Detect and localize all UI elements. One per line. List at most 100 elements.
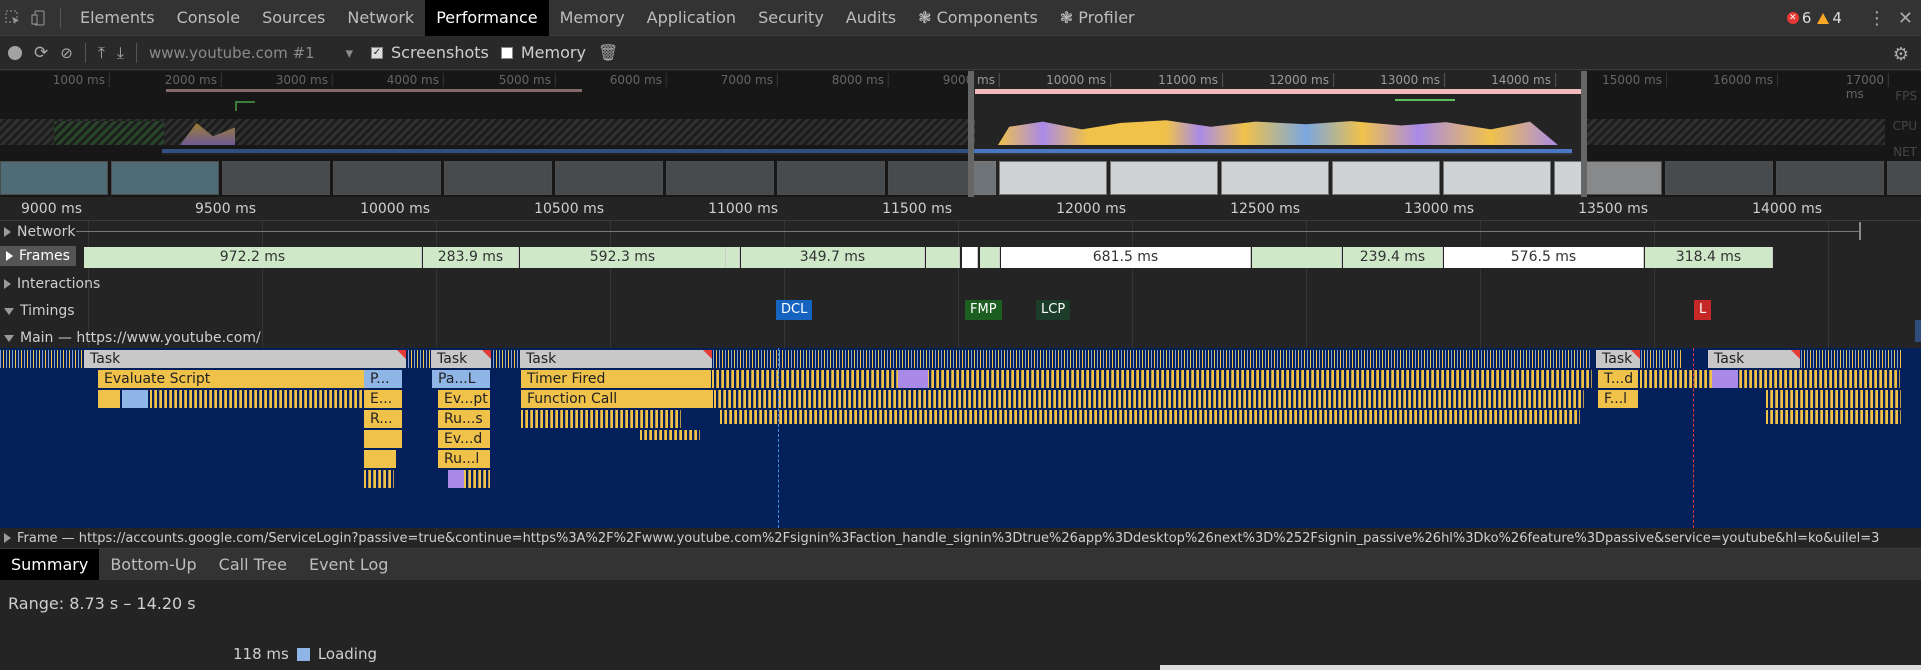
screenshot-thumbnail[interactable] xyxy=(999,161,1107,195)
task-bar[interactable]: Task xyxy=(431,350,491,368)
screenshot-thumbnail[interactable] xyxy=(1332,161,1440,195)
timeline-overview[interactable]: 1000 ms 2000 ms 3000 ms 4000 ms 5000 ms 6000 … xyxy=(0,71,1921,197)
frame-block[interactable]: 576.5 ms xyxy=(1444,247,1644,268)
warning-count[interactable]: 4 xyxy=(1817,9,1842,27)
tab-bottom-up[interactable]: Bottom-Up xyxy=(99,549,207,580)
inspect-icon[interactable] xyxy=(0,0,26,36)
tab-event-log[interactable]: Event Log xyxy=(298,549,400,580)
track-frame-label: Frame — https://accounts.google.com/Serv… xyxy=(17,530,1880,546)
gear-icon[interactable]: ⚙ xyxy=(1893,44,1909,65)
tab-security[interactable]: Security xyxy=(747,0,835,36)
track-frames[interactable]: Frames xyxy=(0,246,76,266)
tab-profiler[interactable]: ❃ Profiler xyxy=(1049,0,1146,36)
frame-block[interactable]: 318.4 ms xyxy=(1645,247,1773,268)
event-e[interactable]: E... xyxy=(364,390,402,408)
save-profile-icon[interactable]: ⤓ xyxy=(117,43,124,63)
event-block[interactable] xyxy=(98,390,120,408)
event-timer-fired[interactable]: Timer Fired xyxy=(521,370,711,388)
frame-block[interactable] xyxy=(1252,247,1342,268)
task-bar[interactable]: Task xyxy=(520,350,712,368)
frame-block[interactable] xyxy=(926,247,960,268)
frame-block[interactable]: 239.4 ms xyxy=(1343,247,1443,268)
more-menu-icon[interactable]: ⋮ xyxy=(1868,8,1886,29)
event-evaluate-short[interactable]: Ev...d xyxy=(438,430,490,448)
screenshots-checkbox[interactable]: ✓ Screenshots xyxy=(370,43,489,62)
event-run-short[interactable]: Ru...l xyxy=(438,450,490,468)
track-network[interactable]: Network xyxy=(0,219,75,245)
event-run[interactable]: R... xyxy=(364,410,402,428)
garbage-collect-icon[interactable]: 🗑 xyxy=(598,43,618,62)
tab-network[interactable]: Network xyxy=(336,0,425,36)
tab-memory[interactable]: Memory xyxy=(549,0,636,36)
event-render[interactable] xyxy=(1712,370,1738,388)
task-bar[interactable]: Task xyxy=(1596,350,1640,368)
frame-block[interactable] xyxy=(962,247,978,268)
frame-block[interactable]: 972.2 ms xyxy=(84,247,422,268)
ruler-tick: 12500 ms xyxy=(1230,201,1300,217)
event-parse[interactable]: P... xyxy=(364,370,402,388)
load-line xyxy=(1693,348,1694,528)
frame-block[interactable]: 592.3 ms xyxy=(520,247,726,268)
frame-block[interactable]: 349.7 ms xyxy=(741,247,925,268)
event-stripes xyxy=(1640,370,1900,388)
timing-fmp[interactable]: FMP xyxy=(965,300,1002,320)
reload-record-icon[interactable]: ⟳ xyxy=(34,43,48,63)
tab-call-tree[interactable]: Call Tree xyxy=(208,549,298,580)
event-function-call[interactable]: Function Call xyxy=(521,390,713,408)
event-run-script[interactable]: Ru...s xyxy=(438,410,490,428)
event-timer[interactable]: T...d xyxy=(1598,370,1638,388)
recording-select[interactable]: www.youtube.com #1 ▾ xyxy=(149,44,359,62)
event-function-call-short[interactable]: F...l xyxy=(1598,390,1638,408)
overview-window-handle-left[interactable] xyxy=(968,71,974,197)
main-flamechart[interactable]: Task Task Task Task Task Evaluate Script… xyxy=(0,348,1921,528)
screenshot-thumbnail[interactable] xyxy=(1221,161,1329,195)
event-evaluate-script-short[interactable]: Ev...pt xyxy=(438,390,490,408)
load-profile-icon[interactable]: ⤒ xyxy=(98,43,105,63)
event-parse-html[interactable]: Pa...L xyxy=(432,370,490,388)
tab-application[interactable]: Application xyxy=(636,0,747,36)
overview-window-handle-right[interactable] xyxy=(1581,71,1587,197)
close-icon[interactable]: ✕ xyxy=(1892,8,1913,29)
record-button[interactable] xyxy=(8,45,22,60)
event-stripes xyxy=(1766,390,1901,408)
device-toolbar-icon[interactable] xyxy=(26,0,52,36)
timing-dcl[interactable]: DCL xyxy=(776,300,813,320)
tab-audits[interactable]: Audits xyxy=(835,0,907,36)
ruler-tick: 10000 ms xyxy=(360,201,430,217)
frames-lane[interactable]: 972.2 ms 283.9 ms 592.3 ms 349.7 ms 681.5 ms… xyxy=(0,246,1921,268)
task-bar[interactable]: Task xyxy=(84,350,406,368)
track-network-label: Network xyxy=(17,224,76,240)
task-stripes xyxy=(713,350,1590,368)
tab-summary[interactable]: Summary xyxy=(0,549,100,580)
track-timings[interactable]: Timings xyxy=(0,298,75,324)
tab-sources[interactable]: Sources xyxy=(251,0,336,36)
screenshot-thumbnail[interactable] xyxy=(1443,161,1551,195)
task-bar[interactable]: Task xyxy=(1708,350,1800,368)
tab-performance[interactable]: Performance xyxy=(425,0,549,36)
clear-icon[interactable]: ⊘ xyxy=(60,44,73,62)
event-block[interactable] xyxy=(364,450,396,468)
frame-block[interactable]: 283.9 ms xyxy=(423,247,519,268)
task-stripes xyxy=(1641,350,1681,368)
error-count[interactable]: ✕ 6 xyxy=(1786,9,1811,27)
tab-elements[interactable]: Elements xyxy=(69,0,166,36)
timing-load[interactable]: L xyxy=(1694,300,1712,320)
track-interactions[interactable]: Interactions xyxy=(0,271,100,297)
memory-checkbox[interactable]: Memory xyxy=(500,43,586,62)
tab-components[interactable]: ❃ Components xyxy=(907,0,1049,36)
event-block[interactable] xyxy=(122,390,148,408)
event-stripes xyxy=(1766,410,1901,424)
event-evaluate-script[interactable]: Evaluate Script xyxy=(98,370,364,388)
track-frame-subframe[interactable]: Frame — https://accounts.google.com/Serv… xyxy=(0,530,1921,546)
frame-block[interactable] xyxy=(726,247,740,268)
event-render[interactable] xyxy=(448,470,464,488)
event-block[interactable] xyxy=(364,430,402,448)
event-render[interactable] xyxy=(898,370,928,388)
frame-block[interactable] xyxy=(980,247,1000,268)
screenshot-thumbnail[interactable] xyxy=(1110,161,1218,195)
performance-toolbar: ⟳ ⊘ ⤒ ⤓ www.youtube.com #1 ▾ ✓ Screensho… xyxy=(0,36,1921,70)
vertical-scrollbar[interactable] xyxy=(1915,320,1921,342)
frame-block[interactable]: 681.5 ms xyxy=(1001,247,1251,268)
tab-console[interactable]: Console xyxy=(166,0,252,36)
timing-lcp[interactable]: LCP xyxy=(1036,300,1071,320)
